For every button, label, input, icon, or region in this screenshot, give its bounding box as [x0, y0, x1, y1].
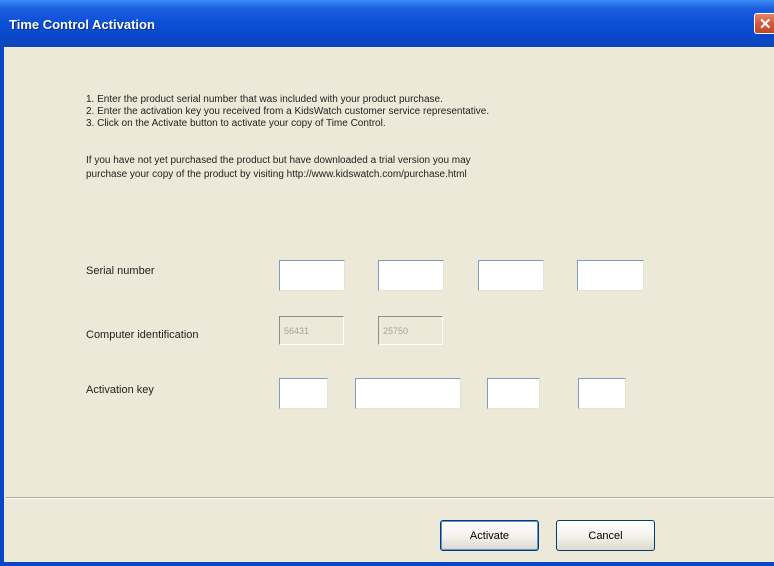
- serial-field-3[interactable]: [478, 260, 544, 291]
- serial-field-1[interactable]: [279, 260, 345, 291]
- computer-identification-label: Computer identification: [86, 329, 199, 341]
- close-button[interactable]: ✕: [754, 13, 774, 34]
- instruction-step-1: 1. Enter the product serial number that …: [86, 94, 443, 105]
- activation-field-4[interactable]: [578, 378, 626, 409]
- activation-dialog: Time Control Activation ✕ 1. Enter the p…: [0, 0, 774, 566]
- serial-number-label: Serial number: [86, 265, 155, 277]
- window-frame-bottom: [0, 562, 774, 566]
- computer-id-field-1: [279, 316, 344, 345]
- trial-note-line-2: purchase your copy of the product by vis…: [86, 169, 467, 180]
- serial-field-4[interactable]: [577, 260, 644, 291]
- cancel-button[interactable]: Cancel: [556, 520, 655, 551]
- trial-note-line-1: If you have not yet purchased the produc…: [86, 155, 471, 166]
- serial-field-2[interactable]: [378, 260, 444, 291]
- computer-id-field-2: [378, 316, 443, 345]
- window-title: Time Control Activation: [9, 17, 155, 32]
- activation-field-1[interactable]: [279, 378, 328, 409]
- instruction-step-2: 2. Enter the activation key you received…: [86, 106, 490, 117]
- activation-field-2[interactable]: [355, 378, 461, 409]
- trial-note: If you have not yet purchased the produc…: [86, 154, 471, 182]
- activation-field-3[interactable]: [487, 378, 540, 409]
- close-icon: ✕: [759, 16, 772, 33]
- title-bar[interactable]: Time Control Activation ✕: [0, 0, 774, 47]
- activation-key-label: Activation key: [86, 384, 154, 396]
- window-frame-left: [0, 47, 4, 566]
- divider-highlight: [6, 498, 774, 499]
- instruction-step-3: 3. Click on the Activate button to activ…: [86, 118, 386, 129]
- activate-button[interactable]: Activate: [440, 520, 539, 551]
- instructions: 1. Enter the product serial number that …: [86, 94, 489, 130]
